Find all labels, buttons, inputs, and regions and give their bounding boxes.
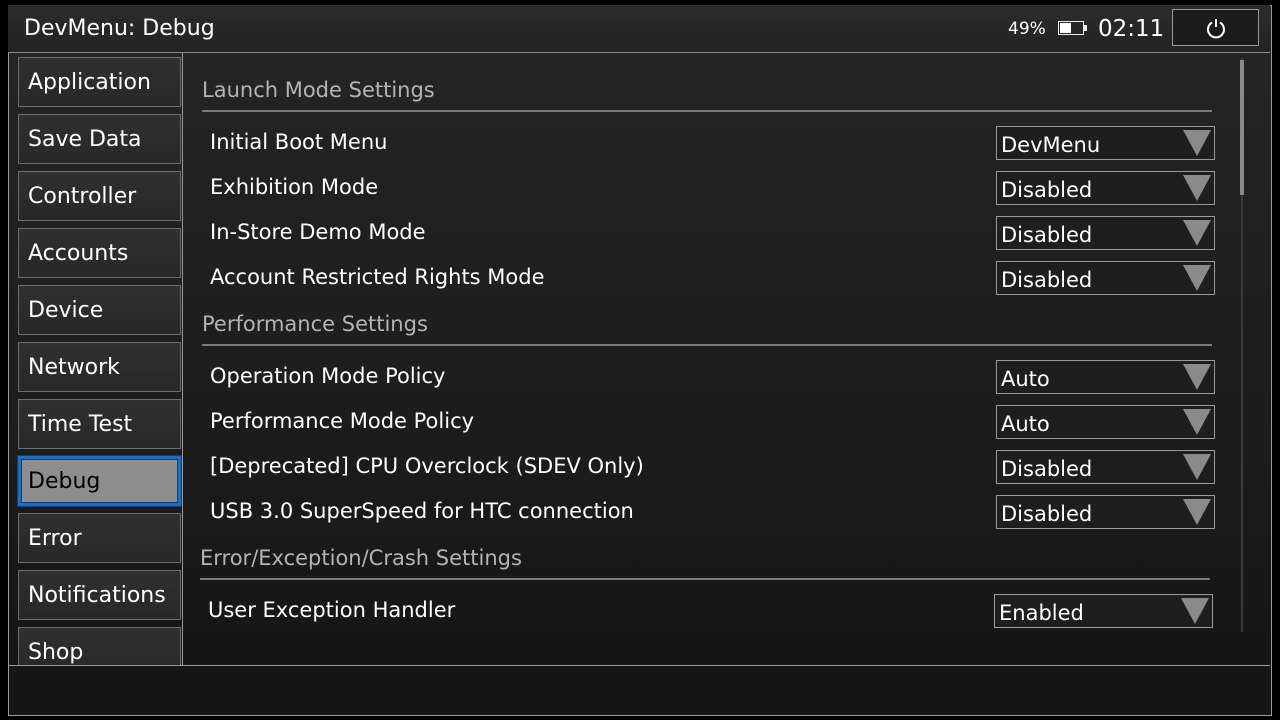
- section-divider: [200, 578, 1210, 580]
- performance-mode-policy-dropdown[interactable]: Auto: [996, 405, 1215, 439]
- scrollbar-thumb[interactable]: [1240, 60, 1244, 195]
- battery-tip: [1084, 25, 1087, 31]
- dropdown-value: Auto: [1001, 412, 1050, 436]
- sidebar-item-label: Application: [28, 70, 151, 95]
- dropdown-value: Enabled: [999, 601, 1084, 625]
- setting-label: Performance Mode Policy: [210, 409, 475, 433]
- sidebar-item-label: Notifications: [28, 583, 166, 608]
- section-divider: [202, 110, 1212, 112]
- sidebar-item-label: Controller: [28, 184, 137, 209]
- page-title: DevMenu: Debug: [24, 16, 215, 41]
- setting-label: Exhibition Mode: [210, 175, 379, 199]
- dropdown-value: Disabled: [1001, 223, 1093, 247]
- triangle-down-icon: [1183, 499, 1211, 525]
- sidebar-item-accounts[interactable]: Accounts: [18, 228, 181, 278]
- scrollbar[interactable]: [1238, 58, 1246, 632]
- triangle-down-icon: [1181, 598, 1209, 624]
- setting-label: Initial Boot Menu: [210, 130, 388, 154]
- section-title-performance: Performance Settings: [202, 312, 428, 336]
- setting-label: In-Store Demo Mode: [210, 220, 426, 244]
- triangle-down-icon: [1183, 265, 1211, 291]
- initial-boot-menu-dropdown[interactable]: DevMenu: [996, 126, 1215, 160]
- sidebar-item-label: Save Data: [28, 127, 142, 152]
- setting-label: User Exception Handler: [208, 598, 456, 622]
- battery-percent: 49%: [1008, 19, 1046, 39]
- sidebar-item-label: Network: [28, 355, 120, 380]
- triangle-down-icon: [1183, 409, 1211, 435]
- sidebar-item-label: Accounts: [28, 241, 129, 266]
- triangle-down-icon: [1183, 130, 1211, 156]
- sidebar-item-label: Debug: [28, 469, 101, 494]
- dropdown-value: Disabled: [1001, 457, 1093, 481]
- section-title-error-exception-crash: Error/Exception/Crash Settings: [200, 546, 522, 570]
- battery-icon: [1058, 21, 1084, 35]
- setting-label: [Deprecated] CPU Overclock (SDEV Only): [210, 454, 644, 478]
- section-title-launch-mode: Launch Mode Settings: [202, 78, 435, 102]
- cpu-overclock-dropdown[interactable]: Disabled: [996, 450, 1215, 484]
- sidebar-item-application[interactable]: Application: [18, 57, 181, 107]
- setting-label: Operation Mode Policy: [210, 364, 446, 388]
- dropdown-value: Disabled: [1001, 268, 1093, 292]
- user-exception-handler-dropdown[interactable]: Enabled: [994, 594, 1213, 628]
- account-restricted-rights-mode-dropdown[interactable]: Disabled: [996, 261, 1215, 295]
- sidebar-item-label: Shop: [28, 640, 84, 665]
- sidebar-item-network[interactable]: Network: [18, 342, 181, 392]
- usb-superspeed-dropdown[interactable]: Disabled: [996, 495, 1215, 529]
- bottom-bar-divider: [8, 665, 1270, 666]
- battery-level-fill: [1060, 23, 1071, 33]
- clock: 02:11: [1098, 16, 1165, 42]
- sidebar-item-debug[interactable]: Debug: [18, 456, 181, 506]
- sidebar-item-shop[interactable]: Shop: [18, 627, 181, 665]
- setting-label: USB 3.0 SuperSpeed for HTC connection: [210, 499, 634, 523]
- sidebar-item-error[interactable]: Error: [18, 513, 181, 563]
- sidebar-item-label: Device: [28, 298, 104, 323]
- triangle-down-icon: [1183, 454, 1211, 480]
- in-store-demo-mode-dropdown[interactable]: Disabled: [996, 216, 1215, 250]
- power-icon: [1207, 19, 1225, 39]
- sidebar-item-label: Error: [28, 526, 82, 551]
- triangle-down-icon: [1183, 220, 1211, 246]
- sidebar-item-controller[interactable]: Controller: [18, 171, 181, 221]
- sidebar-item-label: Time Test: [28, 412, 133, 437]
- setting-label: Account Restricted Rights Mode: [210, 265, 545, 289]
- dropdown-value: Auto: [1001, 367, 1050, 391]
- triangle-down-icon: [1183, 175, 1211, 201]
- title-bar: DevMenu: Debug 49% 02:11: [8, 5, 1270, 53]
- dropdown-value: Disabled: [1001, 178, 1093, 202]
- operation-mode-policy-dropdown[interactable]: Auto: [996, 360, 1215, 394]
- sidebar-item-save-data[interactable]: Save Data: [18, 114, 181, 164]
- sidebar-item-time-test[interactable]: Time Test: [18, 399, 181, 449]
- sidebar-item-notifications[interactable]: Notifications: [18, 570, 181, 620]
- dropdown-value: DevMenu: [1001, 133, 1101, 157]
- settings-panel: Launch Mode Settings Initial Boot Menu D…: [183, 53, 1233, 665]
- exhibition-mode-dropdown[interactable]: Disabled: [996, 171, 1215, 205]
- sidebar-item-device[interactable]: Device: [18, 285, 181, 335]
- sidebar: Application Save Data Controller Account…: [8, 53, 183, 665]
- section-divider: [202, 344, 1212, 346]
- dropdown-value: Disabled: [1001, 502, 1093, 526]
- triangle-down-icon: [1183, 364, 1211, 390]
- power-button[interactable]: [1172, 9, 1259, 46]
